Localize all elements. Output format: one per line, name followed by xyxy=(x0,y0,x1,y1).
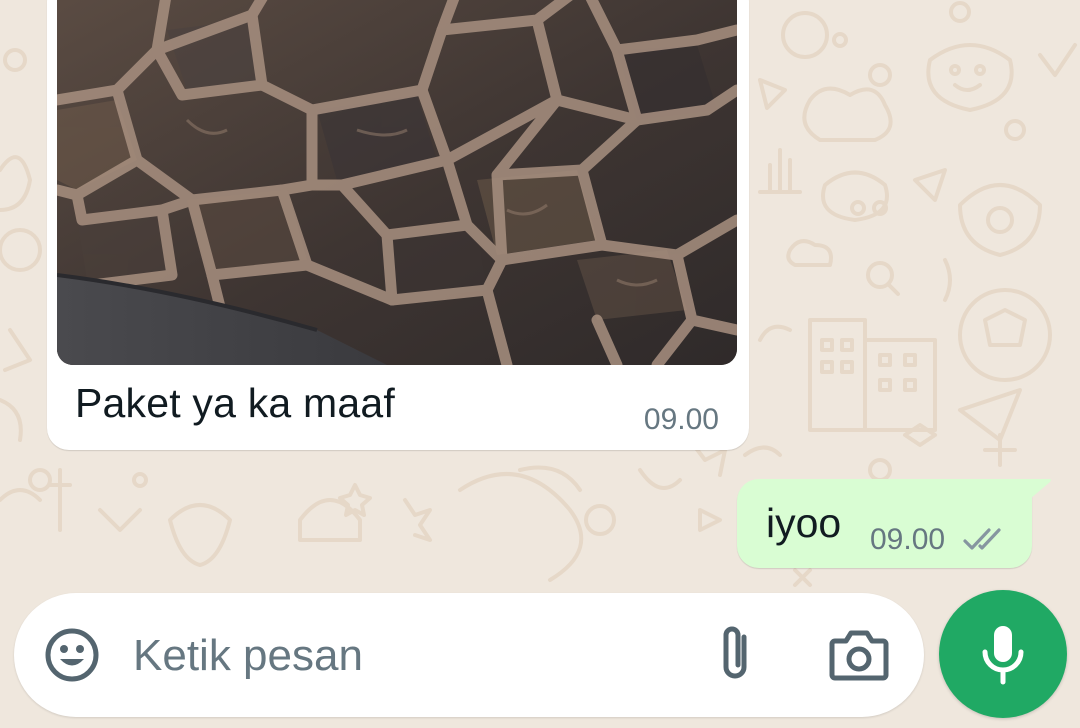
attach-icon[interactable] xyxy=(714,623,760,685)
message-time: 09.00 xyxy=(643,403,719,436)
message-input[interactable]: Ketik pesan xyxy=(133,631,363,681)
double-check-icon xyxy=(963,528,1001,550)
message-caption: Paket ya ka maaf xyxy=(75,380,395,426)
message-text: iyoo xyxy=(766,500,842,546)
voice-message-button[interactable] xyxy=(939,590,1067,718)
mic-icon xyxy=(982,626,1024,685)
emoji-icon[interactable] xyxy=(43,626,101,684)
bubble-tail xyxy=(1030,479,1051,499)
message-composer: Ketik pesan xyxy=(14,593,924,717)
camera-icon[interactable] xyxy=(829,627,889,683)
message-time: 09.00 xyxy=(870,523,946,556)
incoming-image-message[interactable]: Paket ya ka maaf 09.00 xyxy=(47,0,749,450)
outgoing-text-message[interactable]: iyoo 09.00 xyxy=(737,479,1051,568)
message-photo[interactable] xyxy=(57,0,737,365)
